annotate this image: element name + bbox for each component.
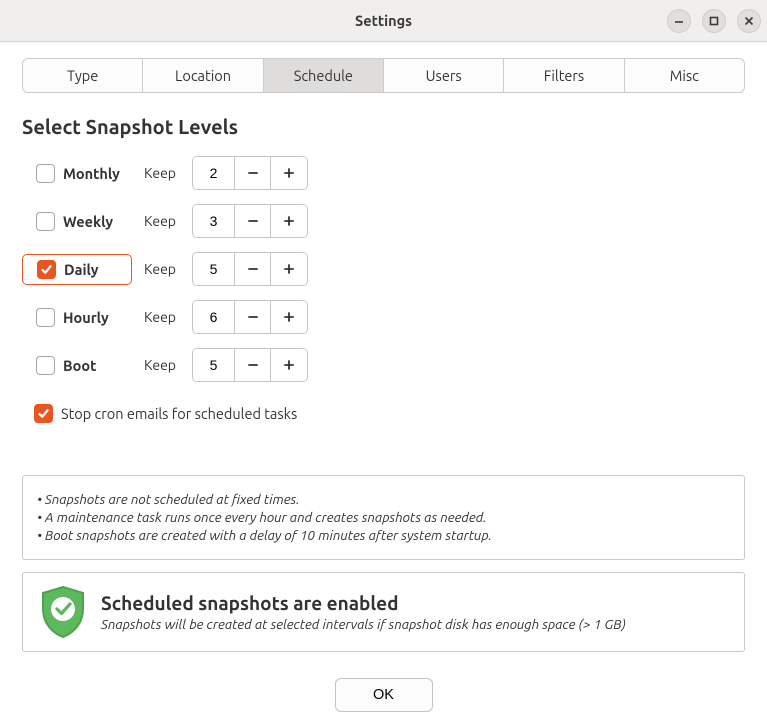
keep-increment-boot[interactable]: [271, 349, 307, 381]
keep-value-monthly[interactable]: [193, 157, 235, 189]
keep-spinner-boot: [192, 348, 308, 382]
level-row-boot: Boot Keep: [22, 348, 745, 382]
minimize-button[interactable]: [667, 9, 691, 33]
keep-spinner-hourly: [192, 300, 308, 334]
tab-type[interactable]: Type: [23, 59, 143, 92]
keep-value-daily[interactable]: [193, 253, 235, 285]
keep-spinner-monthly: [192, 156, 308, 190]
keep-value-weekly[interactable]: [193, 205, 235, 237]
level-row-hourly: Hourly Keep: [22, 300, 745, 334]
section-title: Select Snapshot Levels: [22, 115, 745, 138]
keep-increment-daily[interactable]: [271, 253, 307, 285]
level-checkbox-boot[interactable]: [36, 356, 55, 375]
level-row-daily: Daily Keep: [22, 252, 745, 286]
status-desc: Snapshots will be created at selected in…: [101, 616, 626, 632]
level-checkbox-wrap-weekly[interactable]: Weekly: [22, 207, 132, 236]
keep-spinner-weekly: [192, 204, 308, 238]
status-title: Scheduled snapshots are enabled: [101, 592, 626, 614]
keep-value-hourly[interactable]: [193, 301, 235, 333]
tab-misc[interactable]: Misc: [625, 59, 744, 92]
keep-label-boot: Keep: [144, 357, 176, 373]
window-controls: [667, 9, 761, 33]
stop-cron-checkbox[interactable]: [34, 404, 53, 423]
keep-value-boot[interactable]: [193, 349, 235, 381]
level-label-boot: Boot: [63, 357, 96, 374]
level-rows: Monthly Keep Weekly Keep Daily Keep Hourly Keep…: [22, 156, 745, 382]
level-checkbox-monthly[interactable]: [36, 164, 55, 183]
keep-increment-monthly[interactable]: [271, 157, 307, 189]
keep-decrement-boot[interactable]: [235, 349, 271, 381]
tab-filters[interactable]: Filters: [504, 59, 624, 92]
titlebar: Settings: [0, 0, 767, 42]
level-checkbox-wrap-hourly[interactable]: Hourly: [22, 303, 132, 332]
level-label-monthly: Monthly: [63, 165, 120, 182]
level-label-hourly: Hourly: [63, 309, 109, 326]
keep-increment-hourly[interactable]: [271, 301, 307, 333]
level-checkbox-daily[interactable]: [37, 260, 56, 279]
level-label-daily: Daily: [64, 261, 98, 278]
stop-cron-label: Stop cron emails for scheduled tasks: [61, 405, 297, 422]
keep-decrement-monthly[interactable]: [235, 157, 271, 189]
level-checkbox-wrap-boot[interactable]: Boot: [22, 351, 132, 380]
keep-decrement-weekly[interactable]: [235, 205, 271, 237]
keep-decrement-daily[interactable]: [235, 253, 271, 285]
level-checkbox-wrap-daily[interactable]: Daily: [22, 254, 132, 285]
keep-label-daily: Keep: [144, 261, 176, 277]
keep-spinner-daily: [192, 252, 308, 286]
info-line-0: • Snapshots are not scheduled at fixed t…: [37, 490, 730, 508]
level-label-weekly: Weekly: [63, 213, 113, 230]
info-box: • Snapshots are not scheduled at fixed t…: [22, 475, 745, 560]
info-line-2: • Boot snapshots are created with a dela…: [37, 526, 730, 544]
tab-users[interactable]: Users: [384, 59, 504, 92]
tab-location[interactable]: Location: [143, 59, 263, 92]
level-row-monthly: Monthly Keep: [22, 156, 745, 190]
dialog-footer: OK: [22, 678, 745, 712]
tabs: TypeLocationScheduleUsersFiltersMisc: [22, 58, 745, 93]
status-box: Scheduled snapshots are enabled Snapshot…: [22, 572, 745, 652]
keep-decrement-hourly[interactable]: [235, 301, 271, 333]
window-title: Settings: [355, 12, 412, 29]
level-checkbox-wrap-monthly[interactable]: Monthly: [22, 159, 132, 188]
level-checkbox-hourly[interactable]: [36, 308, 55, 327]
ok-button[interactable]: OK: [335, 678, 433, 712]
stop-cron-row: Stop cron emails for scheduled tasks: [28, 404, 745, 423]
keep-label-weekly: Keep: [144, 213, 176, 229]
tab-schedule[interactable]: Schedule: [264, 59, 384, 92]
shield-check-icon: [39, 585, 87, 639]
keep-label-hourly: Keep: [144, 309, 176, 325]
maximize-button[interactable]: [702, 9, 726, 33]
level-row-weekly: Weekly Keep: [22, 204, 745, 238]
level-checkbox-weekly[interactable]: [36, 212, 55, 231]
keep-increment-weekly[interactable]: [271, 205, 307, 237]
info-line-1: • A maintenance task runs once every hou…: [37, 508, 730, 526]
keep-label-monthly: Keep: [144, 165, 176, 181]
close-button[interactable]: [737, 9, 761, 33]
